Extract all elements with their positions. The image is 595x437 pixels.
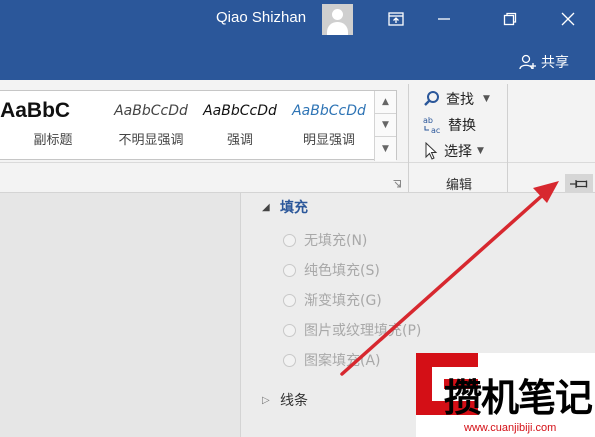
option-label: 纯色填充(S) (304, 263, 380, 279)
document-area[interactable] (0, 193, 241, 437)
style-emphasis[interactable]: AaBbCcDd 强调 (196, 91, 284, 161)
svg-text:ac: ac (431, 126, 440, 135)
chevron-down-icon: ▼ (483, 94, 490, 104)
ribbon-display-icon (388, 12, 404, 26)
radio-button[interactable] (283, 293, 296, 307)
gradient-fill-option[interactable]: 渐变填充(G) (283, 290, 382, 310)
option-label: 图案填充(A) (304, 353, 381, 369)
select-label: 选择 (444, 144, 472, 160)
caret-collapsed-icon: ▷ (262, 394, 270, 406)
avatar-body (327, 22, 348, 35)
close-icon (561, 12, 575, 26)
restore-icon (503, 12, 517, 26)
style-subtle-emphasis[interactable]: AaBbCcDd 不明显强调 (106, 91, 196, 161)
svg-text:ab: ab (423, 116, 433, 125)
line-section-label: 线条 (280, 393, 308, 409)
close-button[interactable] (548, 4, 588, 34)
line-section-header[interactable]: ▷ 线条 (262, 390, 308, 410)
picture-texture-fill-option[interactable]: 图片或纹理填充(P) (283, 320, 421, 340)
radio-button[interactable] (283, 323, 296, 337)
title-bar: Qiao Shizhan 共享 (0, 0, 595, 80)
gallery-expand-icon[interactable]: ▼ (375, 137, 396, 160)
editing-group: 查找 ▼ ab ac 替换 选择 ▼ 编辑 (408, 84, 508, 193)
style-preview: AaBbCcDd (114, 103, 188, 119)
styles-gallery: ( AaBbC 副标题 AaBbCcDd 不明显强调 AaBbCcDd 强调 A… (0, 90, 397, 161)
watermark: 攒机笔记 www.cuanjibiji.com (416, 353, 595, 437)
fill-section-label: 填充 (280, 200, 308, 216)
radio-button[interactable] (283, 263, 296, 277)
find-button[interactable]: 查找 ▼ (423, 88, 490, 110)
pin-pane-button[interactable] (565, 174, 593, 194)
style-subtitle[interactable]: ( AaBbC 副标题 (0, 91, 106, 161)
chevron-down-icon: ▼ (477, 146, 484, 156)
find-label: 查找 (446, 92, 474, 108)
option-label: 图片或纹理填充(P) (304, 323, 422, 339)
select-button[interactable]: 选择 ▼ (423, 140, 484, 162)
gallery-scrollbar: ▲ ▼ ▼ (374, 91, 396, 161)
fill-section-header[interactable]: ◢ 填充 (262, 197, 308, 217)
style-name: 副标题 (33, 133, 73, 148)
caret-expanded-icon: ◢ (262, 201, 270, 213)
avatar-head (332, 9, 343, 20)
pattern-fill-option[interactable]: 图案填充(A) (283, 350, 381, 370)
replace-label: 替换 (448, 118, 476, 134)
radio-button[interactable] (283, 353, 296, 367)
user-name[interactable]: Qiao Shizhan (216, 9, 306, 26)
style-preview: ( AaBbC (0, 99, 71, 122)
cursor-arrow-icon (425, 142, 438, 160)
watermark-text: 攒机笔记 (444, 376, 593, 420)
share-button[interactable]: 共享 (519, 52, 569, 72)
minimize-button[interactable] (424, 4, 464, 34)
search-icon (424, 91, 439, 106)
gallery-scroll-down-icon[interactable]: ▼ (375, 114, 396, 137)
solid-fill-option[interactable]: 纯色填充(S) (283, 260, 380, 280)
avatar[interactable] (322, 4, 353, 35)
watermark-url: www.cuanjibiji.com (464, 422, 557, 434)
option-label: 无填充(N) (304, 233, 368, 249)
radio-button[interactable] (283, 233, 296, 247)
editing-group-label: 编辑 (445, 178, 472, 193)
minimize-icon (438, 18, 450, 20)
replace-icon: abac (423, 116, 440, 135)
no-fill-option[interactable]: 无填充(N) (283, 230, 367, 250)
style-name: 不明显强调 (118, 133, 184, 148)
share-person-icon (519, 54, 536, 70)
replace-button[interactable]: ab ac 替换 (423, 114, 476, 136)
gallery-scroll-up-icon[interactable]: ▲ (375, 91, 396, 114)
styles-dialog-launcher-icon[interactable] (393, 180, 401, 191)
ribbon-display-options-button[interactable] (376, 4, 416, 34)
style-name: 强调 (226, 133, 253, 148)
style-name: 明显强调 (302, 133, 355, 148)
pin-icon (570, 180, 588, 188)
share-label: 共享 (541, 55, 569, 71)
style-preview: AaBbCcDd (203, 103, 277, 119)
restore-button[interactable] (490, 4, 530, 34)
option-label: 渐变填充(G) (304, 293, 382, 309)
style-preview: AaBbCcDd (292, 103, 366, 119)
style-intense-emphasis[interactable]: AaBbCcDd 明显强调 (284, 91, 374, 161)
